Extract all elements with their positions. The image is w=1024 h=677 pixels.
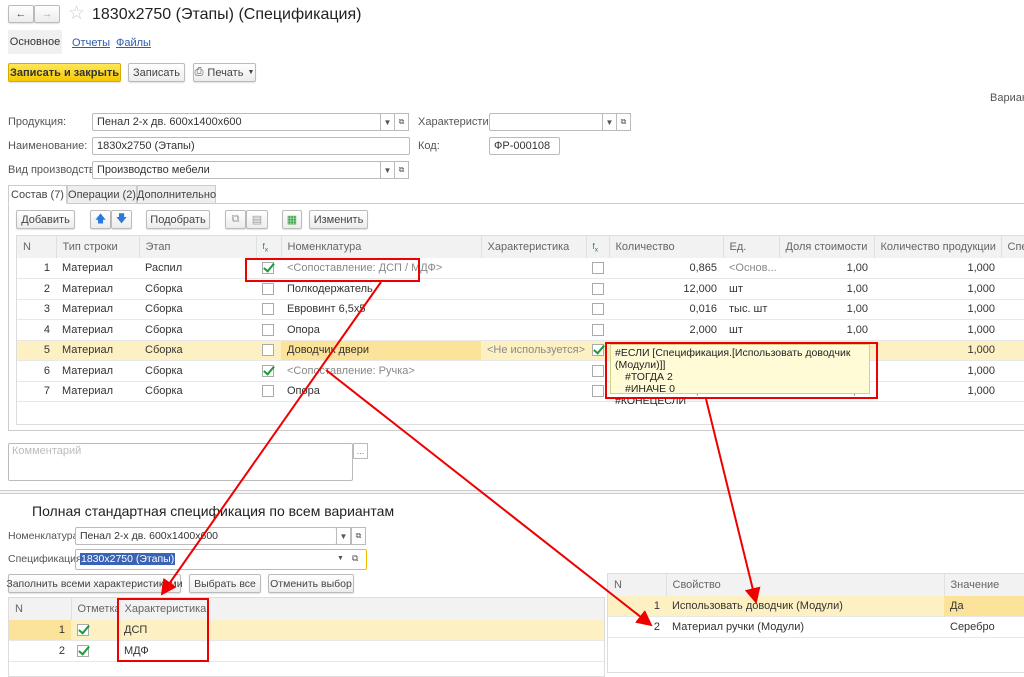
arrow xyxy=(705,398,761,604)
arrow xyxy=(160,281,382,596)
annotation-arrows xyxy=(160,281,761,627)
arrow xyxy=(325,369,653,627)
